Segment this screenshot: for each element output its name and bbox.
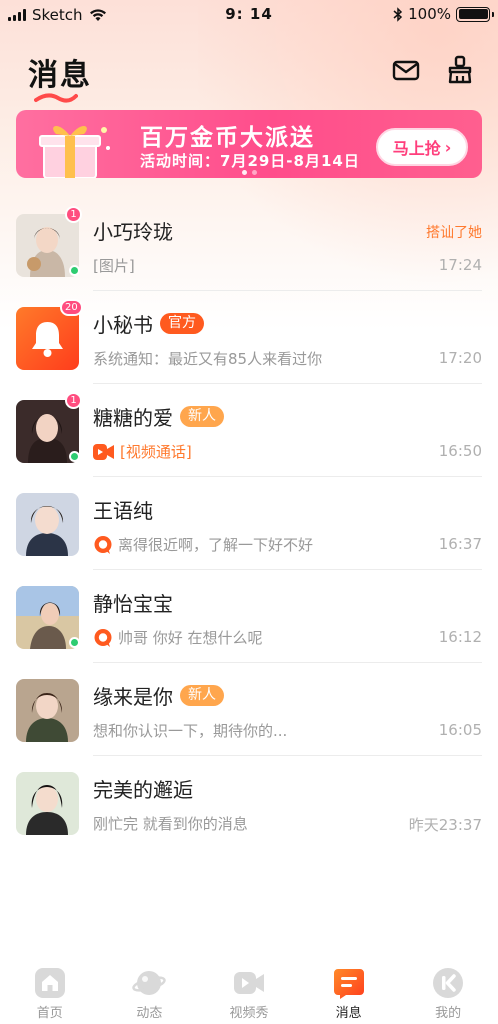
online-status-dot: [69, 637, 80, 648]
tab-planet[interactable]: 动态: [100, 958, 200, 1024]
message-time: 17:24: [438, 256, 482, 274]
name-line: 小巧玲珑: [93, 216, 173, 245]
online-status-dot: [69, 265, 80, 276]
avatar[interactable]: [16, 307, 79, 370]
message-preview-line: 离得很近啊，了解一下好不好: [93, 534, 313, 555]
conversation-item[interactable]: 缘来是你 新人想和你认识一下，期待你的... 16:05: [0, 663, 498, 756]
new-user-tag: 新人: [180, 685, 224, 706]
grab-now-label: 马上抢: [392, 139, 441, 158]
messages-screen: Sketch 9: 14 100% 消息 百万金币大派送 活动时间：7月29日-…: [0, 0, 498, 1024]
tab-label: 视频秀: [229, 1006, 269, 1021]
chat-bubble-icon: [93, 628, 113, 648]
mail-icon[interactable]: [390, 54, 422, 86]
online-status-dot: [69, 451, 80, 462]
tab-message[interactable]: 消息: [299, 958, 399, 1024]
video-icon: [232, 966, 266, 1000]
message-time: 16:37: [438, 535, 482, 553]
message-preview-line: [视频通话]: [93, 441, 192, 462]
conversation-item[interactable]: 1 糖糖的爱 新人 [视频通话] 16:50: [0, 384, 498, 477]
contact-name: 小巧玲珑: [93, 220, 173, 244]
message-time: 16:12: [438, 628, 482, 646]
conversation-list: 1 小巧玲珑 搭讪了她 [图片] 17:24 20 小秘书 官方系统通知：最近又有85人来看过…: [0, 198, 498, 849]
accost-status-label: 搭讪了她: [426, 225, 482, 241]
pagination-dot-active: [242, 170, 247, 175]
conversation-item[interactable]: 完美的邂逅刚忙完 就看到你的消息 昨天23:37: [0, 756, 498, 849]
title-underline-decoration: [34, 93, 78, 103]
banner-pagination: [242, 170, 257, 175]
page-header: 消息: [0, 44, 498, 104]
contact-name: 糖糖的爱: [93, 406, 173, 430]
conversation-item[interactable]: 20 小秘书 官方系统通知：最近又有85人来看过你 17:20: [0, 291, 498, 384]
message-time: 昨天23:37: [408, 816, 482, 834]
contact-name: 缘来是你: [93, 685, 173, 709]
message-preview-line: 帅哥 你好 在想什么呢: [93, 627, 263, 648]
unread-count-badge: 1: [65, 206, 82, 223]
message-preview-line: 刚忙完 就看到你的消息: [93, 813, 248, 834]
home-icon: [33, 966, 67, 1000]
conversation-item[interactable]: 静怡宝宝帅哥 你好 在想什么呢 16:12: [0, 570, 498, 663]
name-line: 王语纯: [93, 495, 153, 524]
message-preview-line: 想和你认识一下，期待你的...: [93, 720, 287, 741]
planet-icon: [132, 966, 167, 1000]
tab-home[interactable]: 首页: [0, 958, 100, 1024]
chat-bubble-icon: [93, 535, 113, 555]
unread-count-badge: 20: [60, 299, 83, 316]
page-title: 消息: [28, 58, 92, 93]
message-time: 16:05: [438, 721, 482, 739]
status-right: 100%: [393, 5, 494, 23]
name-line: 小秘书 官方: [93, 309, 204, 338]
contact-name: 静怡宝宝: [93, 592, 173, 616]
name-line: 糖糖的爱 新人: [93, 402, 224, 431]
banner-subtitle: 活动时间：7月29日-8月14日: [140, 152, 360, 170]
contact-name: 王语纯: [93, 499, 153, 523]
promo-banner[interactable]: 百万金币大派送 活动时间：7月29日-8月14日 马上抢 ›: [16, 110, 482, 178]
message-icon: [332, 966, 366, 1000]
battery-icon: [456, 6, 494, 22]
conversation-item[interactable]: 1 小巧玲珑 搭讪了她 [图片] 17:24: [0, 198, 498, 291]
avatar[interactable]: [16, 679, 79, 742]
official-tag: 官方: [160, 313, 204, 334]
tab-profile[interactable]: 我的: [398, 958, 498, 1024]
message-preview: [图片]: [93, 257, 135, 275]
battery-percent: 100%: [408, 5, 451, 23]
contact-name: 小秘书: [93, 313, 153, 337]
tab-label: 我的: [435, 1006, 462, 1021]
video-call-icon: [93, 443, 115, 461]
chevron-right-icon: ›: [444, 137, 452, 157]
banner-title: 百万金币大派送: [140, 125, 315, 151]
name-line: 完美的邂逅: [93, 774, 193, 803]
bottom-tab-bar: 首页 动态 视频秀 消息 我的: [0, 958, 498, 1024]
broom-icon[interactable]: [444, 54, 476, 86]
name-line: 静怡宝宝: [93, 588, 173, 617]
name-line: 缘来是你 新人: [93, 681, 224, 710]
tab-label: 动态: [136, 1006, 163, 1021]
message-preview: 想和你认识一下，期待你的...: [93, 722, 288, 740]
tab-label: 消息: [335, 1006, 362, 1021]
conversation-item[interactable]: 王语纯离得很近啊，了解一下好不好 16:37: [0, 477, 498, 570]
profile-icon: [431, 966, 465, 1000]
pagination-dot: [252, 170, 257, 175]
message-preview-line: 系统通知：最近又有85人来看过你: [93, 348, 322, 369]
bluetooth-icon: [393, 6, 403, 22]
status-bar: Sketch 9: 14 100%: [0, 0, 498, 30]
message-time: 16:50: [438, 442, 482, 460]
tab-label: 首页: [36, 1006, 63, 1021]
tab-video[interactable]: 视频秀: [199, 958, 299, 1024]
message-time: 17:20: [438, 349, 482, 367]
message-preview: 刚忙完 就看到你的消息: [93, 815, 248, 833]
avatar[interactable]: [16, 493, 79, 556]
message-preview-line: [图片]: [93, 255, 135, 276]
message-preview: 系统通知：最近又有85人来看过你: [93, 350, 323, 368]
unread-count-badge: 1: [65, 392, 82, 409]
avatar[interactable]: [16, 772, 79, 835]
message-preview: [视频通话]: [120, 443, 192, 461]
gift-box-icon: [39, 125, 110, 178]
contact-name: 完美的邂逅: [93, 778, 193, 802]
new-user-tag: 新人: [180, 406, 224, 427]
message-preview: 离得很近啊，了解一下好不好: [118, 536, 314, 554]
grab-now-button[interactable]: 马上抢 ›: [376, 128, 468, 166]
message-preview: 帅哥 你好 在想什么呢: [118, 629, 263, 647]
